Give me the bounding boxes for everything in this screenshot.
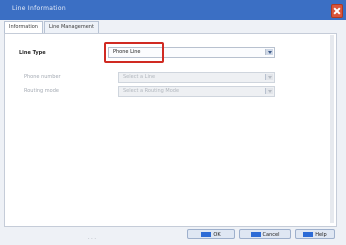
routing-mode-select[interactable]: Select a Routing Mode xyxy=(118,86,275,97)
ok-label: OK xyxy=(213,232,221,238)
routing-mode-value: Select a Routing Mode xyxy=(123,88,180,94)
ok-button[interactable]: OK xyxy=(187,229,235,239)
phone-number-value: Select a Line xyxy=(123,74,156,80)
tab-strip: Information Line Management xyxy=(4,21,99,33)
form-panel xyxy=(4,33,337,227)
cancel-button[interactable]: Cancel xyxy=(239,229,291,239)
title-bar: Line Information xyxy=(0,0,346,20)
window-title: Line Information xyxy=(12,5,66,12)
help-button[interactable]: Help xyxy=(295,229,335,239)
chevron-down-icon[interactable] xyxy=(265,74,273,80)
ok-icon xyxy=(201,232,212,237)
chevron-down-icon[interactable] xyxy=(265,88,273,94)
phone-number-label: Phone number xyxy=(24,74,61,80)
routing-mode-label: Routing mode xyxy=(24,88,59,94)
vertical-scrollbar[interactable] xyxy=(330,35,334,223)
help-icon xyxy=(303,232,314,237)
help-label: Help xyxy=(315,232,327,238)
close-icon[interactable] xyxy=(331,4,343,18)
cancel-icon xyxy=(250,232,261,237)
chevron-down-icon[interactable] xyxy=(265,49,273,55)
status-grip: · · · xyxy=(88,236,96,242)
highlight-box xyxy=(104,42,164,63)
tab-line-management[interactable]: Line Management xyxy=(43,21,99,33)
line-type-label: Line Type xyxy=(19,50,46,56)
phone-number-select[interactable]: Select a Line xyxy=(118,72,275,83)
tab-information[interactable]: Information xyxy=(4,21,43,33)
cancel-label: Cancel xyxy=(262,232,280,238)
line-information-dialog: Line Information Information Line Manage… xyxy=(0,0,346,245)
